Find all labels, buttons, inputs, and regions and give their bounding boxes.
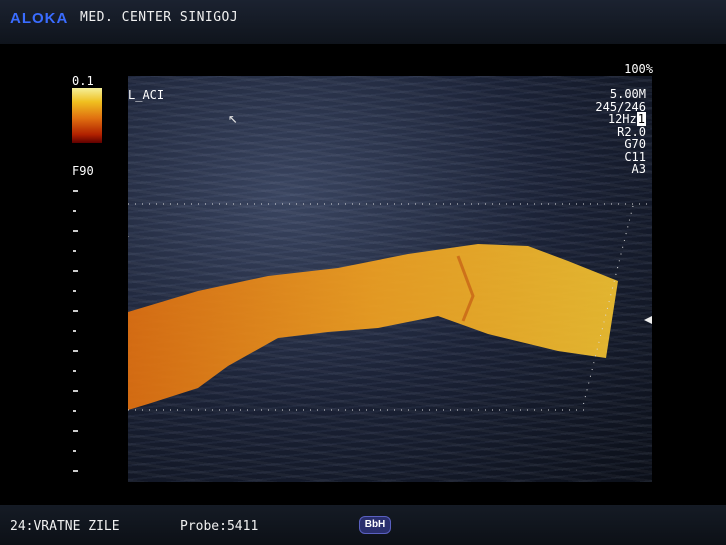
param-rate: 12Hz1: [595, 112, 646, 126]
depth-tick: [73, 210, 76, 212]
depth-tick: [73, 250, 76, 252]
depth-tick: [73, 310, 78, 312]
mode-badge[interactable]: BbH: [359, 516, 391, 534]
brand-logo: ALOKA: [10, 10, 69, 27]
preset-label: 24:VRATNE ZILE: [10, 519, 120, 534]
depth-tick: [73, 450, 76, 452]
param-g: G70: [624, 137, 646, 151]
param-rate-badge: 1: [636, 112, 646, 126]
top-header-bar: ALOKA MED. CENTER SINIGOJ: [0, 0, 726, 44]
zoom-level: 100%: [624, 62, 653, 76]
depth-tick: [73, 330, 76, 332]
pointer-cursor-icon: ↖: [228, 108, 238, 127]
param-rate-value: 12Hz: [607, 112, 637, 126]
depth-tick: [73, 370, 76, 372]
doppler-flow-overlay: [128, 203, 652, 411]
depth-tick: [73, 390, 78, 392]
acquisition-params: 5.00M 245/246 12Hz1 R2.0 G70 C11 A3: [595, 88, 646, 176]
vessel-flow-region: [128, 244, 618, 410]
param-a: A3: [631, 162, 646, 176]
depth-scale: [73, 190, 79, 480]
depth-tick: [73, 410, 76, 412]
depth-tick: [73, 230, 78, 232]
depth-tick: [73, 190, 78, 192]
center-name: MED. CENTER SINIGOJ: [80, 10, 239, 25]
depth-tick: [73, 350, 78, 352]
depth-tick: [73, 270, 78, 272]
ultrasound-image[interactable]: [128, 76, 652, 482]
depth-tick: [73, 290, 76, 292]
depth-tick: [73, 470, 78, 472]
filter-label: F90: [72, 164, 94, 178]
depth-tick: [73, 430, 78, 432]
param-frequency: 5.00M: [609, 87, 646, 101]
color-scale-bar: [72, 88, 102, 143]
vessel-label: L_ACI: [128, 88, 165, 102]
focus-marker-icon: [644, 316, 652, 324]
probe-label: Probe:5411: [180, 519, 259, 534]
color-scale-max: 0.1: [72, 74, 94, 88]
